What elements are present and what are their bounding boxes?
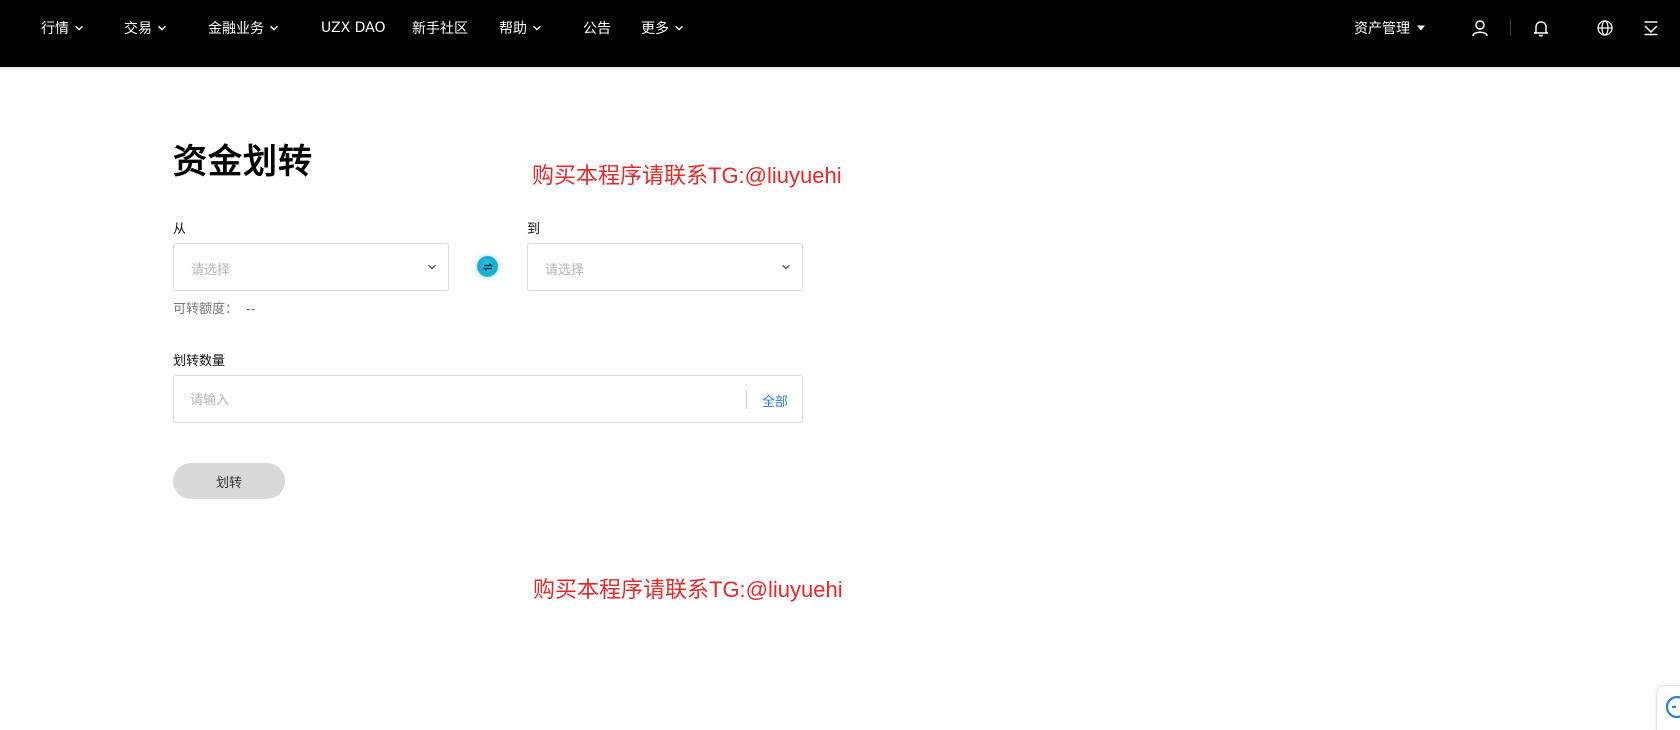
nav-finance[interactable]: 金融业务 [208, 0, 279, 56]
nav-uzx-dao-label: UZX DAO [321, 20, 386, 36]
download-icon[interactable] [1641, 18, 1661, 38]
from-account-select[interactable]: 请选择 [173, 243, 449, 291]
nav-uzx-dao[interactable]: UZX DAO [321, 0, 386, 56]
bell-icon[interactable] [1531, 18, 1551, 38]
available-amount: 可转额度： -- [173, 298, 255, 317]
nav-market-label: 行情 [41, 21, 69, 37]
amount-label: 划转数量 [173, 354, 226, 369]
nav-trade-label: 交易 [124, 21, 152, 37]
nav-more[interactable]: 更多 [641, 0, 684, 56]
support-icon [1665, 695, 1680, 719]
caret-down-icon [1416, 24, 1426, 32]
all-amount-button[interactable]: 全部 [762, 391, 788, 410]
transfer-button[interactable]: 划转 [173, 463, 285, 499]
nav-divider [1510, 19, 1511, 36]
swap-direction-button[interactable] [477, 256, 498, 277]
nav-announcement-label: 公告 [583, 21, 611, 37]
asset-management-menu[interactable]: 资产管理 [1354, 0, 1426, 56]
amount-input[interactable] [190, 389, 750, 411]
chevron-down-icon [532, 23, 542, 33]
nav-beginner-community[interactable]: 新手社区 [412, 0, 468, 56]
nav-help-label: 帮助 [499, 21, 527, 37]
to-label: 到 [527, 222, 541, 237]
floating-support-widget[interactable] [1656, 685, 1680, 730]
nav-trade[interactable]: 交易 [124, 0, 167, 56]
from-select-placeholder: 请选择 [191, 263, 231, 278]
user-icon[interactable] [1470, 18, 1490, 38]
chevron-down-icon [674, 23, 684, 33]
top-navbar: 行情 交易 金融业务 UZX DAO 新手社区 帮助 公告 更多 资产管理 [0, 0, 1680, 67]
globe-icon[interactable] [1595, 18, 1615, 38]
to-account-select[interactable]: 请选择 [527, 243, 803, 291]
available-amount-value: -- [246, 302, 256, 317]
navbar-shadow [0, 67, 1680, 71]
from-label: 从 [173, 222, 187, 237]
nav-beginner-community-label: 新手社区 [412, 21, 468, 37]
nav-market[interactable]: 行情 [41, 0, 84, 56]
chevron-down-icon [781, 262, 791, 272]
nav-more-label: 更多 [641, 21, 669, 37]
amount-field: 全部 [173, 375, 803, 423]
asset-management-label: 资产管理 [1354, 21, 1410, 37]
page-title: 资金划转 [173, 142, 313, 182]
amount-divider [746, 390, 747, 409]
chevron-down-icon [157, 23, 167, 33]
contact-watermark-bottom: 购买本程序请联系TG:@liuyuehi [533, 577, 843, 602]
contact-watermark-top: 购买本程序请联系TG:@liuyuehi [532, 163, 842, 188]
nav-announcement[interactable]: 公告 [583, 0, 611, 56]
available-amount-label: 可转额度： [173, 302, 239, 317]
to-select-placeholder: 请选择 [545, 263, 585, 278]
chevron-down-icon [427, 262, 437, 272]
swap-icon [482, 261, 494, 273]
nav-finance-label: 金融业务 [208, 21, 264, 37]
nav-help[interactable]: 帮助 [499, 0, 542, 56]
chevron-down-icon [74, 23, 84, 33]
chevron-down-icon [269, 23, 279, 33]
